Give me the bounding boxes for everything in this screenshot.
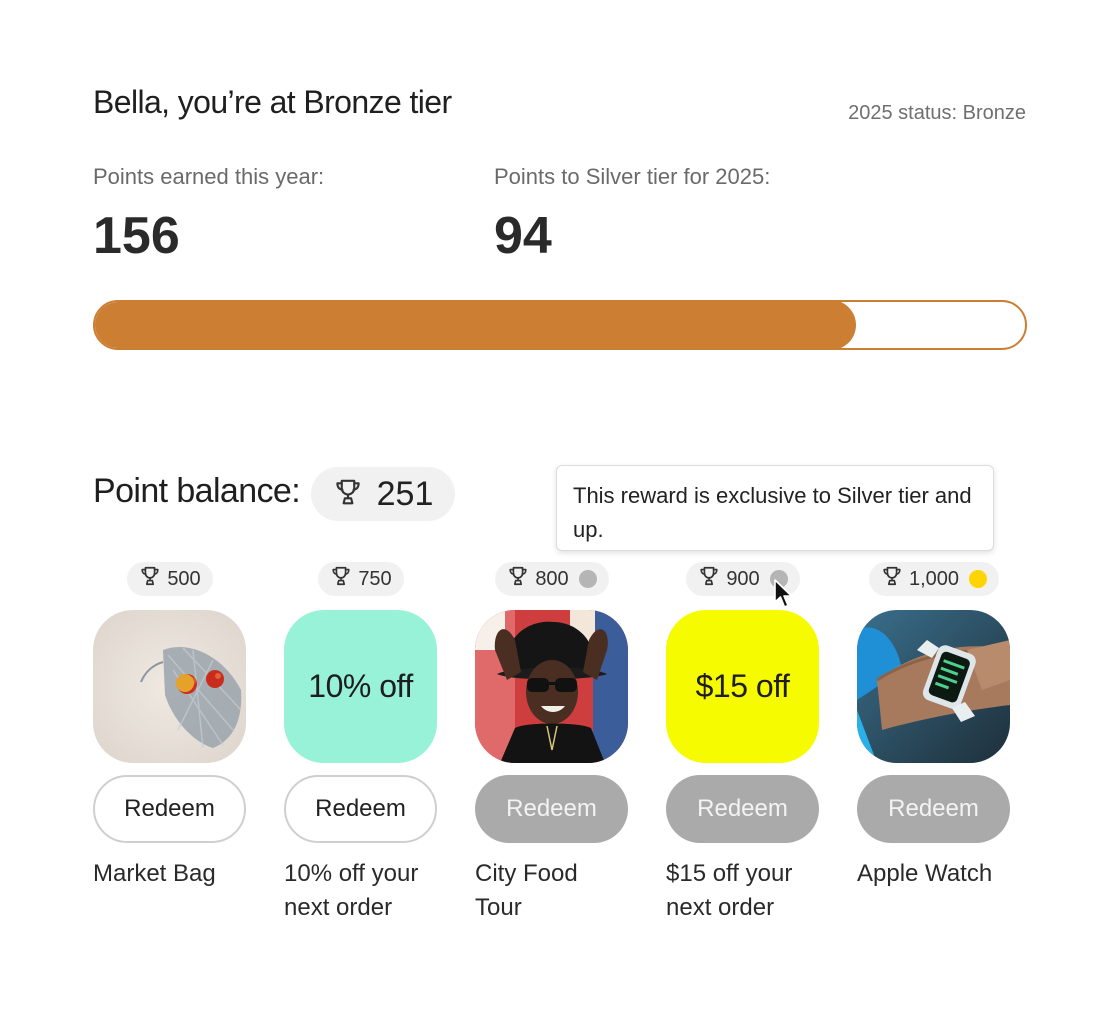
reward-cost-pill: 500 [127, 562, 213, 596]
trophy-icon [330, 565, 352, 593]
tier-exclusive-tooltip: This reward is exclusive to Silver tier … [556, 465, 994, 551]
points-to-next-tier-value: 94 [494, 207, 552, 265]
point-balance-pill: 251 [311, 467, 455, 521]
status-label: 2025 status: Bronze [848, 102, 1026, 124]
reward-card: 1,000 Redeem Apple Watch [857, 562, 1011, 891]
point-balance-label: Point balance: [93, 472, 301, 510]
mouse-cursor-icon [773, 578, 795, 615]
reward-name: Apple Watch [857, 860, 993, 887]
trophy-icon [139, 565, 161, 593]
trophy-icon [881, 565, 903, 593]
tier-progress-fill [95, 302, 856, 348]
points-earned: Points earned this year: 156 [93, 164, 324, 264]
reward-cost: 750 [358, 567, 392, 590]
reward-cost-pill: 750 [318, 562, 404, 596]
page-title: Bella, you’re at Bronze tier [93, 84, 452, 120]
redeem-button-10-off[interactable]: Redeem [284, 775, 437, 843]
reward-name: 10% off your next order [284, 860, 419, 921]
trophy-icon [698, 565, 720, 593]
reward-image-city-food-tour [475, 610, 628, 763]
reward-image-apple-watch [857, 610, 1010, 763]
redeem-button-market-bag[interactable]: Redeem [93, 775, 246, 843]
reward-image-market-bag [93, 610, 246, 763]
reward-cost-pill: 800 [495, 562, 609, 596]
reward-card: 800 Redeem City Food Tour [475, 562, 629, 925]
gold-tier-dot [969, 570, 988, 588]
redeem-button-15-off[interactable]: Redeem [666, 775, 819, 843]
points-earned-value: 156 [93, 207, 180, 265]
tier-progress-bar [93, 300, 1027, 350]
reward-cost: 500 [167, 567, 201, 590]
silver-tier-dot [578, 570, 597, 588]
reward-card: 750 10% off Redeem 10% off your next ord… [284, 562, 438, 925]
redeem-button-city-food-tour[interactable]: Redeem [475, 775, 628, 843]
points-to-next-tier: Points to Silver tier for 2025: 94 [494, 164, 770, 264]
points-earned-label: Points earned this year: [93, 164, 325, 189]
reward-tile-discount: 10% off [284, 610, 437, 763]
reward-name: $15 off your next order [666, 860, 793, 921]
reward-cost-pill: 1,000 [868, 562, 1000, 596]
reward-card: 500 Redeem Market Bag [93, 562, 247, 891]
reward-tile-text: 10% off [308, 668, 413, 704]
trophy-icon [507, 565, 529, 593]
reward-cost: 800 [535, 567, 569, 590]
reward-card: 900 $15 off Redeem $15 off your next ord… [666, 562, 820, 925]
reward-tile-discount: $15 off [666, 610, 819, 763]
reward-name: Market Bag [93, 860, 216, 887]
point-balance-value: 251 [376, 474, 434, 513]
reward-cost: 900 [726, 567, 760, 590]
reward-name: City Food Tour [475, 860, 578, 921]
points-to-next-tier-label: Points to Silver tier for 2025: [494, 164, 771, 189]
redeem-button-apple-watch[interactable]: Redeem [857, 775, 1010, 843]
reward-tile-text: $15 off [695, 668, 790, 704]
reward-cost: 1,000 [908, 567, 960, 590]
trophy-icon [333, 477, 363, 512]
